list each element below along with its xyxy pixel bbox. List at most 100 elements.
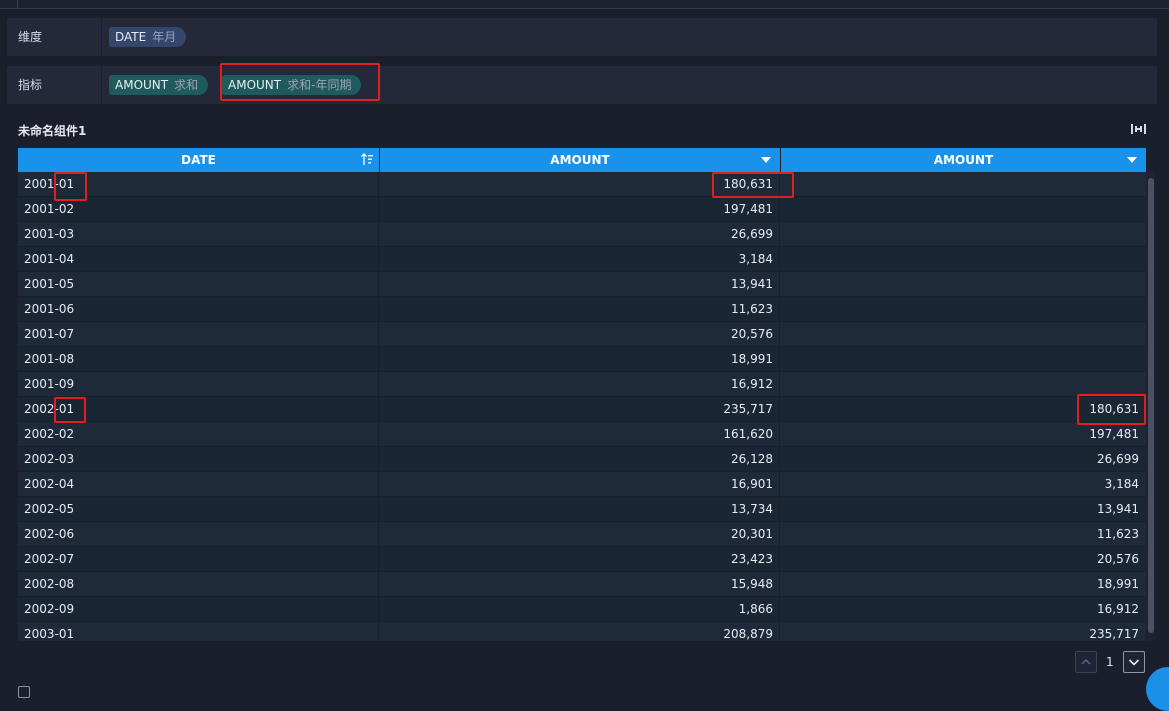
table-row[interactable]: 2001-01 180,631 [18, 172, 1146, 197]
table-row[interactable]: 2001-02 197,481 [18, 197, 1146, 222]
page-number: 1 [1106, 655, 1114, 669]
amount-yoy-cell: 16,912 [1097, 602, 1139, 616]
column-width-icon[interactable] [1131, 124, 1146, 134]
dimension-label: 维度 [18, 30, 43, 44]
amount-yoy-cell [781, 197, 1145, 221]
row-divider [101, 66, 102, 104]
date-cell: 2002-06 [18, 522, 379, 546]
date-cell: 2001-06 [18, 297, 379, 321]
table-body: 2001-01 180,631 2001-02 197,481 2001-03 26,69… [18, 172, 1146, 641]
column-header-amount[interactable]: AMOUNT [380, 148, 780, 172]
amount-yoy-cell: 13,941 [1097, 502, 1139, 516]
date-cell: 2001-04 [18, 247, 379, 271]
amount-yoy-cell: 18,991 [1097, 577, 1139, 591]
measure-label: 指标 [18, 78, 43, 92]
column-header-date[interactable]: DATE [18, 148, 379, 172]
table-header: DATE AMOUNT AMOUNT [18, 148, 1146, 172]
date-cell: 2003-01 [18, 622, 379, 641]
date-cell: 2001-05 [18, 272, 379, 296]
checkbox[interactable] [18, 686, 30, 698]
date-cell: 2002-07 [18, 547, 379, 571]
table-row[interactable]: 2002-05 13,734 13,941 [18, 497, 1146, 522]
dimension-row: 维度 DATE 年月 [7, 18, 1157, 56]
date-cell: 2001-07 [18, 322, 379, 346]
date-cell: 2002-09 [18, 597, 379, 621]
amount-cell: 26,128 [380, 447, 780, 471]
table-row[interactable]: 2002-09 1,866 16,912 [18, 597, 1146, 622]
dropdown-caret-icon[interactable] [761, 157, 771, 163]
amount-cell: 11,623 [380, 297, 780, 321]
column-header-label: DATE [181, 153, 216, 167]
date-cell: 2002-02 [18, 422, 379, 446]
pill-aggregation: 求和 [174, 78, 199, 92]
dropdown-caret-icon[interactable] [1127, 157, 1137, 163]
row-divider [101, 18, 102, 56]
chevron-up-icon [1081, 659, 1091, 665]
amount-cell: 18,991 [380, 347, 780, 371]
table-row[interactable]: 2002-02 161,620 197,481 [18, 422, 1146, 447]
column-header-amount-yoy[interactable]: AMOUNT [781, 148, 1146, 172]
pill-aggregation: 年月 [152, 30, 177, 44]
amount-yoy-cell [781, 172, 1145, 196]
pill-field-name: DATE [115, 30, 147, 44]
amount-cell: 197,481 [380, 197, 780, 221]
amount-yoy-cell: 11,623 [1097, 527, 1139, 541]
page-prev-button[interactable] [1075, 651, 1097, 673]
table-row[interactable]: 2002-04 16,901 3,184 [18, 472, 1146, 497]
amount-cell: 3,184 [380, 247, 780, 271]
table-row[interactable]: 2002-06 20,301 11,623 [18, 522, 1146, 547]
page-next-button[interactable] [1123, 651, 1145, 673]
amount-yoy-cell [781, 247, 1145, 271]
table-row[interactable]: 2003-01 208,879 235,717 [18, 622, 1146, 641]
amount-cell: 23,423 [380, 547, 780, 571]
top-bar [0, 0, 1169, 9]
date-cell: 2001-03 [18, 222, 379, 246]
dimension-pill-date[interactable]: DATE 年月 [109, 27, 187, 47]
table-row[interactable]: 2002-08 15,948 18,991 [18, 572, 1146, 597]
edit-fab-button[interactable] [1146, 667, 1169, 711]
amount-cell: 20,576 [380, 322, 780, 346]
date-cell: 2002-05 [18, 497, 379, 521]
table-row[interactable]: 2002-03 26,128 26,699 [18, 447, 1146, 472]
table-row[interactable]: 2002-01 235,717 180,631 [18, 397, 1146, 422]
top-bar-divider [17, 0, 18, 8]
amount-yoy-cell: 180,631 [1089, 402, 1139, 416]
table-row[interactable]: 2001-03 26,699 [18, 222, 1146, 247]
scrollbar-thumb[interactable] [1148, 178, 1154, 633]
amount-yoy-cell [781, 347, 1145, 371]
chevron-down-icon [1128, 659, 1140, 666]
table-row[interactable]: 2001-09 16,912 [18, 372, 1146, 397]
amount-cell: 208,879 [380, 622, 780, 641]
measure-pill-amount-sum[interactable]: AMOUNT 求和 [109, 75, 209, 95]
table-row[interactable]: 2002-07 23,423 20,576 [18, 547, 1146, 572]
amount-yoy-cell: 26,699 [1097, 452, 1139, 466]
table-row[interactable]: 2001-04 3,184 [18, 247, 1146, 272]
table-row[interactable]: 2001-07 20,576 [18, 322, 1146, 347]
column-header-label: AMOUNT [933, 153, 994, 167]
table-row[interactable]: 2001-05 13,941 [18, 272, 1146, 297]
pill-aggregation: 求和-年同期 [287, 78, 352, 92]
amount-yoy-cell: 197,481 [1089, 427, 1139, 441]
date-cell: 2001-08 [18, 347, 379, 371]
amount-yoy-cell [781, 372, 1145, 396]
date-cell: 2001-09 [18, 372, 379, 396]
amount-cell: 161,620 [380, 422, 780, 446]
amount-cell: 235,717 [380, 397, 780, 421]
date-cell: 2002-03 [18, 447, 379, 471]
amount-yoy-cell [781, 297, 1145, 321]
date-cell: 2002-04 [18, 472, 379, 496]
measure-pill-amount-yoy[interactable]: AMOUNT 求和-年同期 [222, 75, 362, 95]
amount-yoy-cell: 20,576 [1097, 552, 1139, 566]
table-row[interactable]: 2001-06 11,623 [18, 297, 1146, 322]
pill-field-name: AMOUNT [115, 78, 169, 92]
amount-cell: 26,699 [380, 222, 780, 246]
sort-icon[interactable] [361, 153, 373, 166]
column-header-label: AMOUNT [550, 153, 610, 167]
date-cell: 2001-01 [18, 172, 379, 196]
amount-cell: 20,301 [380, 522, 780, 546]
amount-cell: 16,901 [380, 472, 780, 496]
measure-row: 指标 AMOUNT 求和 AMOUNT 求和-年同期 [7, 66, 1157, 104]
amount-cell: 13,734 [380, 497, 780, 521]
table-row[interactable]: 2001-08 18,991 [18, 347, 1146, 372]
date-cell: 2002-01 [18, 397, 379, 421]
